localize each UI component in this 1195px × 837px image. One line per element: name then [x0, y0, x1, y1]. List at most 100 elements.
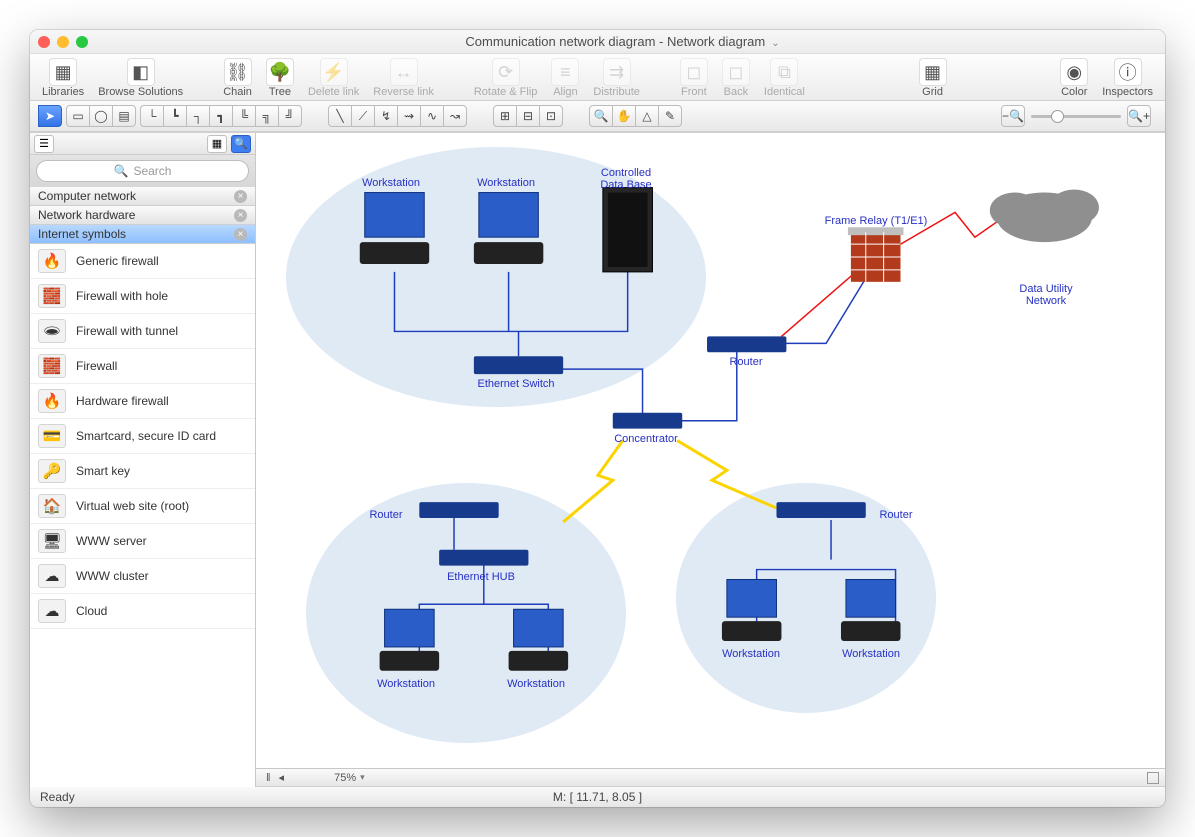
tb-grid[interactable]: ▦Grid [919, 58, 947, 98]
label-dun: Data Utility Network [1019, 283, 1072, 307]
grid-icon: ▦ [919, 58, 947, 86]
distribute-icon: ⇉ [603, 58, 631, 86]
lib-item[interactable]: 🖥WWW server [30, 524, 255, 559]
eyedropper-tool[interactable]: ✎ [658, 105, 682, 127]
category-network hardware[interactable]: Network hardware× [30, 206, 255, 225]
line-tool-3[interactable]: ↯ [374, 105, 398, 127]
tb-libraries[interactable]: ▦Libraries [42, 58, 84, 98]
scroll-left-icon[interactable]: ◂ [279, 771, 285, 784]
close-icon[interactable]: × [234, 190, 247, 203]
connector-tool-5[interactable]: ╚ [232, 105, 256, 127]
node-workstation-6 [841, 579, 901, 641]
lib-item[interactable]: ☁Cloud [30, 594, 255, 629]
line-tool-1[interactable]: ╲ [328, 105, 352, 127]
canvas-area: Workstation Workstation Controlled Data … [256, 133, 1165, 787]
line-tool-6[interactable]: ↝ [443, 105, 467, 127]
title-chevron-icon[interactable]: ⌄ [771, 38, 779, 49]
chain-icon: ⛓ [224, 58, 252, 86]
inspectors-icon: ⓘ [1114, 58, 1142, 86]
hand-tool[interactable]: ✋ [612, 105, 636, 127]
connector-tool-7[interactable]: ╝ [278, 105, 302, 127]
tb-align: ≡Align [551, 58, 579, 98]
tb-inspectors[interactable]: ⓘInspectors [1102, 58, 1153, 98]
library-items: 🔥Generic firewall🧱Firewall with hole🕳Fir… [30, 244, 255, 787]
connector-tool-4[interactable]: ┓ [209, 105, 233, 127]
ellipse-tool[interactable]: ◯ [89, 105, 113, 127]
category-internet symbols[interactable]: Internet symbols× [30, 225, 255, 244]
sidebar-tab-grid[interactable]: ▦ [207, 135, 227, 153]
rect-tool[interactable]: ▭ [66, 105, 90, 127]
tb-back: ◻Back [722, 58, 750, 98]
align-icon: ≡ [551, 58, 579, 86]
node-router-top [707, 336, 786, 352]
close-icon[interactable]: × [234, 228, 247, 241]
zoom-value[interactable]: 75% [334, 772, 356, 784]
close-icon[interactable]: × [234, 209, 247, 222]
tb-chain[interactable]: ⛓Chain [223, 58, 252, 98]
connector-tool-6[interactable]: ╗ [255, 105, 279, 127]
label-conc: Concentrator [614, 433, 678, 445]
lib-item[interactable]: 🏠Virtual web site (root) [30, 489, 255, 524]
category-computer network[interactable]: Computer network× [30, 187, 255, 206]
lib-item[interactable]: 🔥Generic firewall [30, 244, 255, 279]
zoom-button[interactable] [76, 36, 88, 48]
node-workstation-4 [509, 609, 569, 671]
sidebar-tab-search[interactable]: 🔍 [231, 135, 251, 153]
node-router-left [419, 502, 498, 518]
tb-front: ◻Front [680, 58, 708, 98]
label-ws4: Workstation [507, 678, 565, 690]
node-firewall [848, 227, 904, 282]
pointer-tool[interactable]: ➤ [38, 105, 62, 127]
lib-item[interactable]: ☁WWW cluster [30, 559, 255, 594]
node-ethernet-switch [474, 356, 563, 374]
lib-thumb-icon: 🏠 [38, 494, 66, 518]
node-workstation-3 [380, 609, 440, 671]
main-toolbar: ▦Libraries◧Browse Solutions⛓Chain🌳Tree⚡D… [30, 54, 1165, 101]
minimize-button[interactable] [57, 36, 69, 48]
close-button[interactable] [38, 36, 50, 48]
label-rtr-right: Router [879, 509, 912, 521]
connector-tool-1[interactable]: └ [140, 105, 164, 127]
zoom-tool[interactable]: 🔍 [589, 105, 613, 127]
lib-item[interactable]: 🧱Firewall with hole [30, 279, 255, 314]
line-tool-4[interactable]: ⇝ [397, 105, 421, 127]
tb-identical: ⧉Identical [764, 58, 805, 98]
lib-thumb-icon: 🕳 [38, 319, 66, 343]
zoom-knob[interactable] [1051, 110, 1064, 123]
line-tool-2[interactable]: ⟋ [351, 105, 375, 127]
search-input[interactable]: 🔍 Search [36, 160, 249, 182]
lib-item[interactable]: 🕳Firewall with tunnel [30, 314, 255, 349]
tb-color[interactable]: ◉Color [1060, 58, 1088, 98]
lib-thumb-icon: 🖥 [38, 529, 66, 553]
line-tool-5[interactable]: ∿ [420, 105, 444, 127]
zoom-track[interactable] [1031, 115, 1121, 118]
fit-page-icon[interactable] [1147, 772, 1159, 784]
tb-distribute: ⇉Distribute [593, 58, 639, 98]
stamp-tool[interactable]: △ [635, 105, 659, 127]
sidebar-tab-tree[interactable]: ☰ [34, 135, 54, 153]
snap-tool-1[interactable]: ⊞ [493, 105, 517, 127]
text-tool[interactable]: ▤ [112, 105, 136, 127]
zoom-in-button[interactable]: 🔍+ [1127, 105, 1151, 127]
search-box: 🔍 Search [30, 155, 255, 187]
node-controlled-db [603, 188, 653, 272]
diagram-canvas[interactable]: Workstation Workstation Controlled Data … [256, 133, 1165, 769]
snap-tool-3[interactable]: ⊡ [539, 105, 563, 127]
lib-item[interactable]: 🔑Smart key [30, 454, 255, 489]
connector-tool-2[interactable]: ┗ [163, 105, 187, 127]
label-ws6: Workstation [842, 648, 900, 660]
tb-browse-solutions[interactable]: ◧Browse Solutions [98, 58, 183, 98]
label-frame: Frame Relay (T1/E1) [825, 215, 928, 227]
lib-item[interactable]: 🧱Firewall [30, 349, 255, 384]
lib-item[interactable]: 💳Smartcard, secure ID card [30, 419, 255, 454]
tb-tree[interactable]: 🌳Tree [266, 58, 294, 98]
connector-tool-3[interactable]: ┐ [186, 105, 210, 127]
lib-thumb-icon: 🔑 [38, 459, 66, 483]
label-ws3: Workstation [377, 678, 435, 690]
zoom-chevron-icon[interactable]: ▾ [360, 772, 365, 783]
page-handle-icon[interactable]: ‖ [266, 772, 271, 784]
snap-tool-2[interactable]: ⊟ [516, 105, 540, 127]
zoom-out-button[interactable]: −🔍 [1001, 105, 1025, 127]
sidebar-tabs: ☰ ▦ 🔍 [30, 133, 255, 155]
lib-item[interactable]: 🔥Hardware firewall [30, 384, 255, 419]
